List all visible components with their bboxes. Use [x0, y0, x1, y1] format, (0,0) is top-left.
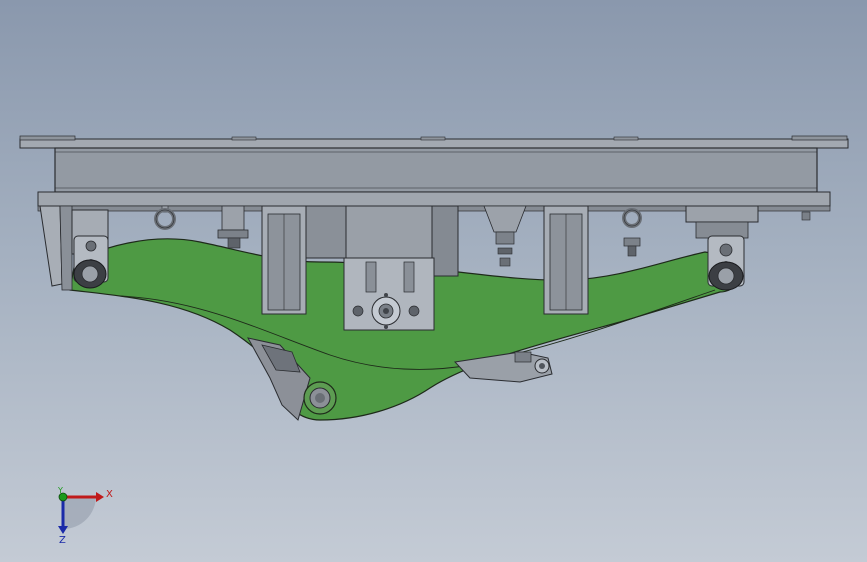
rail-end-bolt — [801, 211, 811, 221]
gusset-plate-right[interactable] — [543, 205, 589, 315]
top-mounting-plate[interactable] — [19, 135, 849, 149]
triad-x-label: X — [106, 489, 113, 500]
triad-y-label: Y — [57, 486, 63, 495]
main-beam[interactable] — [54, 147, 818, 193]
z-axis-arrowhead — [58, 526, 68, 534]
triad-plane-shading — [63, 496, 96, 529]
left-wheel-assembly[interactable] — [71, 209, 109, 289]
triad-z-label: Z — [59, 535, 66, 546]
cylinder-clamp-left[interactable] — [217, 205, 249, 249]
x-axis-arrowhead — [96, 492, 104, 502]
eye-bolt-right[interactable] — [622, 208, 642, 257]
left-end-bracket[interactable] — [39, 205, 73, 291]
cad-viewport[interactable]: X Y Z — [0, 0, 867, 562]
coordinate-triad[interactable]: X Y Z — [57, 486, 113, 546]
assembly-drawing: X Y Z — [19, 135, 849, 546]
main-pivot-pin[interactable] — [303, 381, 337, 415]
gusset-plate-left[interactable] — [261, 205, 307, 315]
cylinder-clamp-center[interactable] — [483, 205, 527, 267]
